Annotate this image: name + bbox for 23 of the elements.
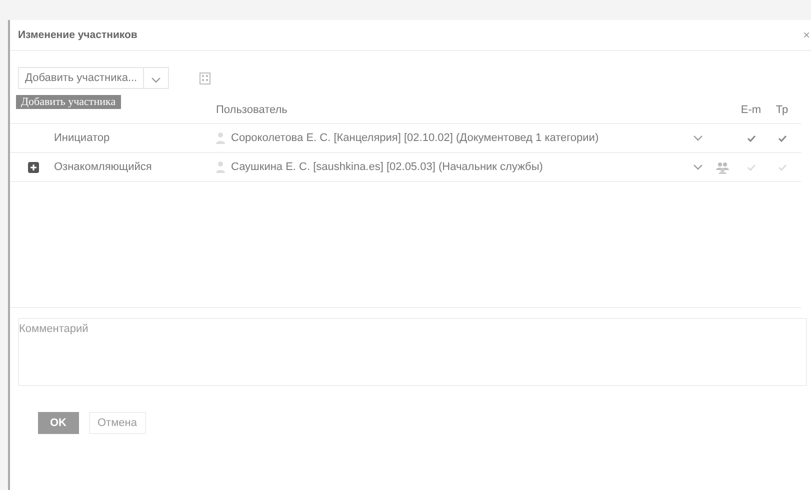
column-header: Пользователь [216, 104, 288, 116]
user-text: Саушкина Е. С. [saushkina.es] [02.05.03] (Начальник службы) [231, 161, 543, 173]
group-icon[interactable] [716, 160, 728, 174]
caret-icon[interactable] [693, 135, 703, 141]
tooltip: Добавить участника [16, 95, 121, 109]
caret-icon[interactable] [693, 164, 703, 170]
window-title: Изменение участников [18, 29, 138, 41]
building-icon[interactable] [199, 71, 212, 85]
caret-icon [151, 76, 162, 82]
role-text: Инициатор [54, 132, 110, 144]
user-icon [216, 161, 225, 173]
role-text: Ознакомляющийся [54, 161, 152, 173]
cancel-button[interactable]: Отмена [88, 412, 146, 434]
column-header: E-m [740, 104, 762, 116]
close-button[interactable]: × [802, 28, 811, 42]
check-icon[interactable] [778, 134, 786, 142]
user-icon [216, 132, 225, 144]
user-text: Сороколетова Е. С. [Канцелярия] [02.10.02] (Документовед 1 категории) [231, 132, 599, 144]
column-header: Тр [776, 104, 788, 116]
plus-icon[interactable] [28, 162, 39, 172]
comment-field[interactable]: Комментарий [18, 318, 807, 386]
ok-button[interactable]: OK [38, 412, 78, 434]
check-icon[interactable] [746, 134, 756, 142]
